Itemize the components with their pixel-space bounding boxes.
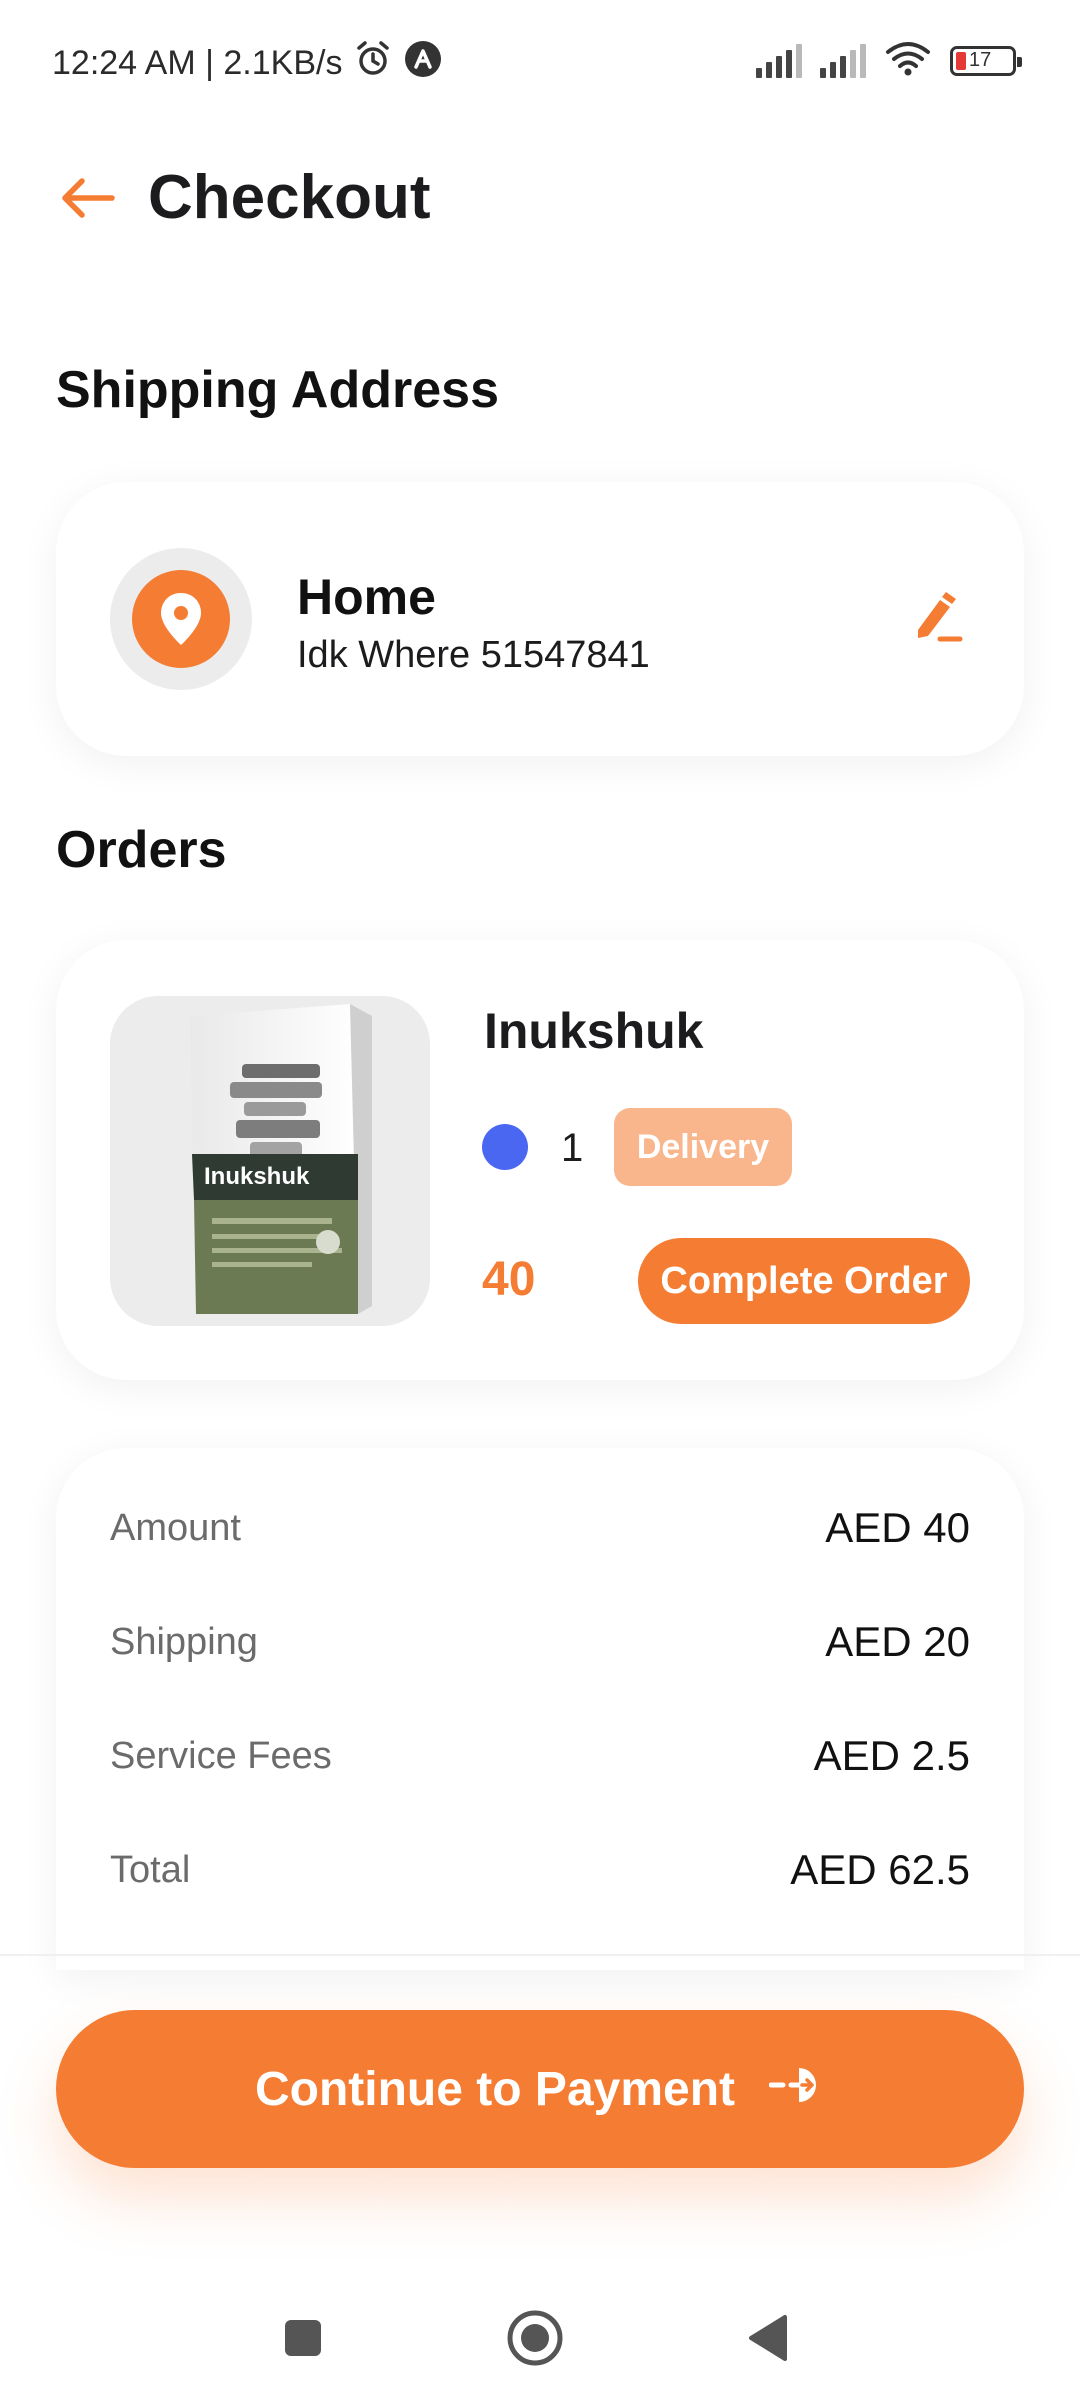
- location-pin-icon: [132, 570, 230, 668]
- square-icon: [283, 2318, 323, 2363]
- summary-label: Service Fees: [110, 1734, 332, 1777]
- product-image: Inukshuk: [110, 996, 430, 1326]
- alarm-icon: [354, 40, 392, 87]
- signal-icon-2: [820, 43, 866, 78]
- product-quantity: 1: [561, 1126, 584, 1170]
- product-color-swatch: [482, 1124, 528, 1170]
- summary-label: Amount: [110, 1506, 241, 1549]
- pencil-icon: [910, 590, 966, 651]
- summary-row-shipping: Shipping AED 20: [110, 1618, 970, 1666]
- product-price: 40: [482, 1253, 536, 1306]
- summary-row-total: Total AED 62.5: [110, 1846, 970, 1894]
- status-left: 12:24 AM | 2.1KB/s: [52, 40, 442, 87]
- page-title: Checkout: [148, 163, 431, 232]
- header: Checkout: [0, 150, 1080, 250]
- summary-value: AED 20: [825, 1618, 970, 1665]
- arrow-left-icon: [60, 176, 116, 225]
- system-nav-bar: [0, 2280, 1080, 2400]
- signal-icon: [756, 43, 802, 78]
- nav-recents-button[interactable]: [271, 2308, 335, 2372]
- wifi-icon: [884, 40, 932, 81]
- continue-to-payment-button[interactable]: Continue to Payment: [56, 2010, 1024, 2168]
- nav-back-button[interactable]: [735, 2308, 799, 2372]
- delivery-badge: Delivery: [614, 1108, 792, 1186]
- summary-value: AED 2.5: [813, 1732, 970, 1779]
- summary-value: AED 40: [825, 1504, 970, 1551]
- battery-level: 17: [969, 49, 992, 71]
- summary-row-service-fees: Service Fees AED 2.5: [110, 1732, 970, 1780]
- address-name: Home: [297, 569, 436, 625]
- summary-value: AED 62.5: [790, 1846, 970, 1893]
- complete-order-button[interactable]: Complete Order: [638, 1238, 970, 1324]
- circle-icon: [505, 2308, 565, 2373]
- edit-address-button[interactable]: [906, 588, 970, 652]
- product-image-brand-text: Inukshuk: [204, 1163, 310, 1190]
- summary-label: Shipping: [110, 1620, 258, 1663]
- nav-home-button[interactable]: [503, 2308, 567, 2372]
- status-time-speed: 12:24 AM | 2.1KB/s: [52, 44, 343, 82]
- arrow-right-circle-icon: [768, 2062, 825, 2117]
- bottom-divider: [0, 1954, 1080, 1956]
- back-button[interactable]: [56, 168, 120, 232]
- app-notification-icon: [404, 40, 442, 87]
- order-summary: Amount AED 40 Shipping AED 20 Service Fe…: [56, 1448, 1024, 1970]
- address-icon-wrap: [110, 548, 252, 690]
- address-line: Idk Where 51547841: [297, 634, 650, 676]
- summary-row-amount: Amount AED 40: [110, 1504, 970, 1552]
- shipping-section-title: Shipping Address: [56, 361, 499, 419]
- product-name: Inukshuk: [484, 1003, 704, 1059]
- battery-icon: 17: [950, 45, 1022, 76]
- continue-to-payment-label: Continue to Payment: [254, 2062, 736, 2116]
- address-card[interactable]: Home Idk Where 51547841: [56, 482, 1024, 756]
- status-bar: 12:24 AM | 2.1KB/s 17: [0, 0, 1080, 120]
- summary-label: Total: [110, 1848, 191, 1891]
- order-card: Inukshuk Inukshuk 1 Delivery 40 Complete…: [56, 940, 1024, 1380]
- orders-section-title: Orders: [56, 821, 227, 879]
- triangle-back-icon: [745, 2313, 789, 2368]
- status-right: 17: [756, 40, 1022, 81]
